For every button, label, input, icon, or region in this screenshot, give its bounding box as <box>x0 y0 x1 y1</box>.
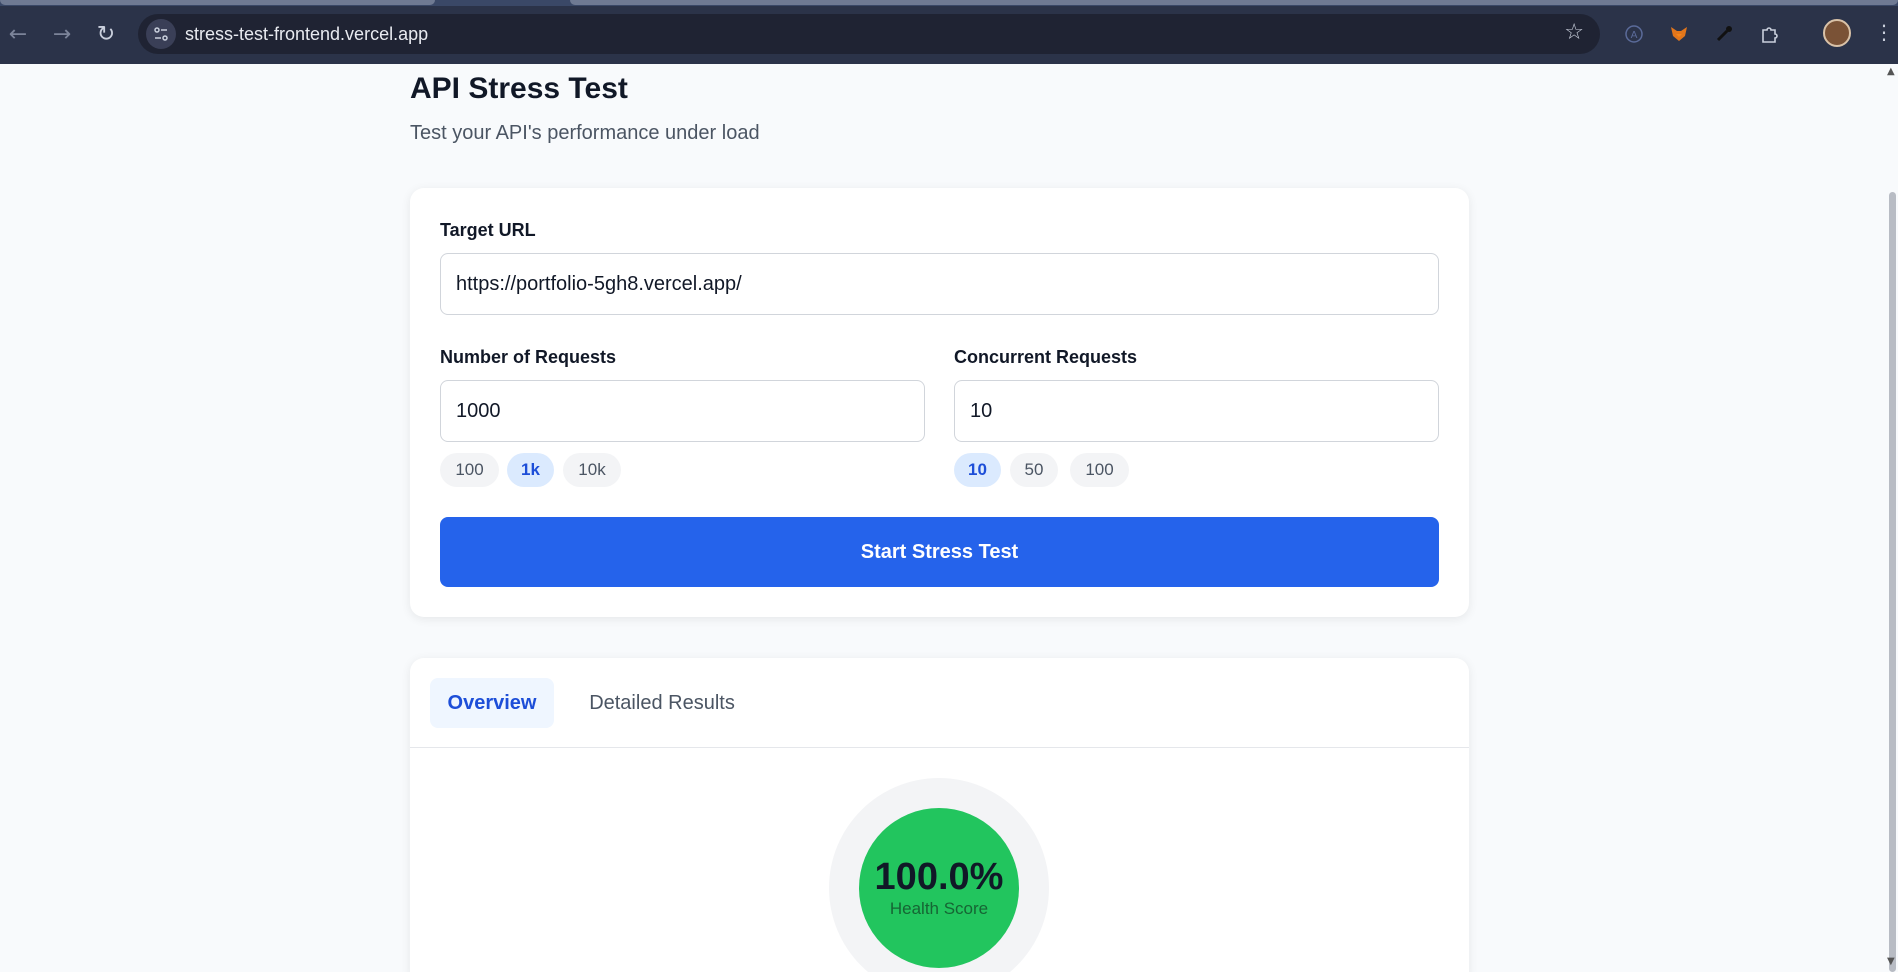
tab-divider <box>410 747 1469 748</box>
requests-preset-100[interactable]: 100 <box>440 453 499 487</box>
page-subtitle: Test your API's performance under load <box>410 122 760 144</box>
arrow-left-icon[interactable]: ← <box>4 20 32 48</box>
tab-detailed-results[interactable]: Detailed Results <box>572 678 752 728</box>
scroll-down-icon[interactable]: ▼ <box>1887 956 1895 967</box>
page-title: API Stress Test <box>410 72 628 105</box>
star-icon[interactable]: ☆ <box>1564 20 1584 45</box>
start-stress-test-button[interactable]: Start Stress Test <box>440 517 1439 587</box>
scroll-thumb[interactable] <box>1889 192 1896 972</box>
concurrency-label: Concurrent Requests <box>954 347 1138 367</box>
scroll-up-icon[interactable]: ▲ <box>1887 66 1895 77</box>
concurrency-preset-10[interactable]: 10 <box>954 453 1001 487</box>
accessibility-extension-icon[interactable]: A <box>1620 20 1648 48</box>
concurrency-preset-100[interactable]: 100 <box>1070 453 1129 487</box>
health-score-gauge: 100.0% Health Score <box>829 778 1049 972</box>
target-url-input[interactable]: https://portfolio-5gh8.vercel.app/ <box>440 253 1439 315</box>
svg-text:A: A <box>1631 30 1638 41</box>
target-url-label: Target URL <box>440 220 536 240</box>
concurrency-preset-50[interactable]: 50 <box>1010 453 1058 487</box>
tab-overview[interactable]: Overview <box>430 678 554 728</box>
metamask-fox-icon[interactable] <box>1665 20 1693 48</box>
results-card: Overview Detailed Results 100.0% Health … <box>410 658 1469 972</box>
requests-input[interactable]: 1000 <box>440 380 925 442</box>
browser-tab[interactable] <box>570 0 1898 5</box>
requests-preset-1k[interactable]: 1k <box>507 453 554 487</box>
health-score-circle: 100.0% Health Score <box>859 808 1019 968</box>
profile-avatar[interactable] <box>1823 19 1851 47</box>
health-score-label: Health Score <box>889 899 989 918</box>
kebab-menu-icon[interactable]: ⋮ <box>1874 20 1894 44</box>
arrow-right-icon[interactable]: → <box>48 20 76 48</box>
puzzle-extensions-icon[interactable] <box>1755 20 1783 48</box>
requests-preset-10k[interactable]: 10k <box>563 453 621 487</box>
address-bar[interactable]: stress-test-frontend.vercel.app ☆ <box>138 14 1600 54</box>
tab-strip <box>0 0 1898 6</box>
reload-icon[interactable]: ↻ <box>92 20 120 48</box>
page-scrollbar[interactable]: ▲ ▼ <box>1886 64 1898 972</box>
config-card: Target URL https://portfolio-5gh8.vercel… <box>410 188 1469 617</box>
requests-label: Number of Requests <box>440 347 617 367</box>
health-score-value: 100.0% <box>874 856 1004 898</box>
tune-icon[interactable] <box>146 19 176 49</box>
browser-tab[interactable] <box>0 0 435 5</box>
concurrency-input[interactable]: 10 <box>954 380 1439 442</box>
browser-toolbar: ← → ↻ stress-test-frontend.vercel.app ☆ … <box>0 0 1898 64</box>
url-text[interactable]: stress-test-frontend.vercel.app <box>185 24 428 45</box>
eyedropper-icon[interactable] <box>1710 20 1738 48</box>
